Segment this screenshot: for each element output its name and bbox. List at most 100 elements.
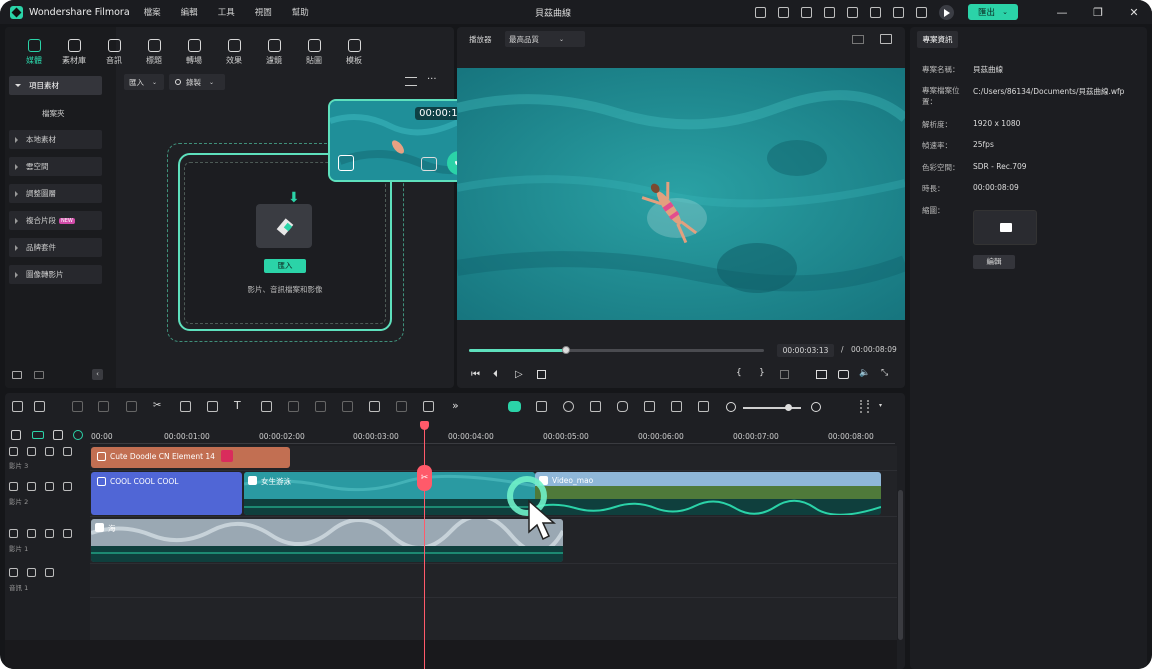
eye-icon[interactable] [63,482,72,491]
preview-icon[interactable] [338,155,354,171]
collapse-sidebar-icon[interactable]: ‹ [92,369,103,380]
undo-icon[interactable] [72,401,83,412]
replace-icon[interactable] [421,157,437,171]
speed-icon[interactable] [288,401,299,412]
title-clip[interactable]: COOL COOL COOL [91,472,242,515]
video-clip-sea[interactable]: 海 [91,519,563,562]
menu-edit[interactable]: 編輯 [181,8,198,18]
sidebar-item-local[interactable]: 本地素材 [9,130,102,149]
crop-icon[interactable] [180,401,191,412]
volume-icon[interactable] [45,447,54,456]
mask-icon[interactable] [261,401,272,412]
playhead-handle[interactable] [420,421,429,430]
folder-icon[interactable] [27,482,36,491]
prev-frame-icon[interactable]: ⏮ [471,369,480,380]
magnet-icon[interactable] [73,430,83,440]
new-folder-icon[interactable] [12,371,22,379]
clip-thumbnail-popup[interactable]: 00:00:12 ✔ [328,99,476,182]
video-track-icon[interactable] [9,447,18,456]
track-manager-icon[interactable] [53,430,63,440]
zoom-slider[interactable] [743,404,801,411]
tool-templates[interactable]: 模板 [336,39,372,66]
redo-icon[interactable] [98,401,109,412]
shield-icon[interactable] [590,401,601,412]
keyframe-icon[interactable] [369,401,380,412]
step-back-icon[interactable]: ⏴ [493,369,498,380]
marker-icon[interactable] [780,370,789,379]
tool-filters[interactable]: 濾鏡 [256,39,292,66]
fit-icon[interactable] [698,401,709,412]
display-icon[interactable] [816,370,827,379]
track-height-icon[interactable] [860,400,869,413]
mark-in-icon[interactable]: { [736,368,742,378]
headset-icon[interactable] [870,6,881,18]
download-icon[interactable] [916,6,927,18]
zoom-knob[interactable] [785,404,792,411]
mark-out-icon[interactable]: } [759,368,765,378]
sidebar-item-brand[interactable]: 品牌套件 [9,238,102,257]
grid-icon[interactable] [893,6,904,18]
video-clip-mao[interactable]: Video_mao [535,472,881,515]
link-icon[interactable] [32,431,44,439]
more-icon[interactable]: ··· [427,74,437,85]
zoom-out-icon[interactable] [726,402,736,412]
sidebar-item-image-to-video[interactable]: 圖像轉影片 [9,265,102,284]
playhead-line[interactable] [424,424,425,669]
sort-filter-icon[interactable] [405,77,417,86]
group-icon[interactable] [423,401,434,412]
audio-mix-icon[interactable] [644,401,655,412]
stabilize-icon[interactable] [342,401,353,412]
text-tool-icon[interactable]: T [234,399,241,412]
video-preview[interactable] [457,68,905,320]
image-icon[interactable] [880,34,892,44]
menu-view[interactable]: 視圖 [255,8,272,18]
sidebar-item-compound[interactable]: 複合片段 NEW [9,211,102,230]
menu-tools[interactable]: 工具 [218,8,235,18]
send-icon[interactable] [755,6,766,18]
maximize-icon[interactable]: ❐ [1091,6,1105,19]
more-tools-icon[interactable]: » [452,399,459,412]
color-icon[interactable] [315,401,326,412]
snapshot-icon[interactable] [563,401,574,412]
project-thumbnail[interactable] [973,210,1037,245]
eye-icon[interactable] [63,447,72,456]
cloud-icon[interactable] [847,6,858,18]
tab-project-info[interactable]: 專案資訊 [917,31,958,48]
add-track-icon[interactable] [11,430,21,440]
video-track-icon[interactable] [9,482,18,491]
tool-effects[interactable]: 效果 [216,39,252,66]
layout-icon[interactable] [12,401,23,412]
tool-transitions[interactable]: 轉場 [176,39,212,66]
timeline-scrollbar[interactable] [898,490,903,640]
save-icon[interactable] [824,6,835,18]
folder-icon[interactable] [27,529,36,538]
record-dropdown[interactable]: 錄製 ⌄ [169,74,225,90]
minimize-icon[interactable]: — [1055,6,1069,19]
sticker-clip[interactable]: Cute Doodle CN Element 14 [91,447,290,468]
menu-file[interactable]: 檔案 [144,8,161,18]
ai-icon[interactable] [396,401,407,412]
scissors-icon[interactable]: ✂ [153,400,161,411]
avatar[interactable] [939,4,954,20]
edit-thumbnail-button[interactable]: 編輯 [973,255,1015,269]
folder-icon[interactable] [27,568,36,577]
record-voice-icon[interactable] [536,401,547,412]
sidebar-item-folder[interactable]: 檔案夾 [42,108,65,119]
grid-view-icon[interactable] [852,35,864,44]
play-icon[interactable]: ▷ [515,369,523,380]
video-track-icon[interactable] [9,529,18,538]
sidebar-item-project-media[interactable]: 項目素材 [9,76,102,95]
tool-titles[interactable]: 標題 [136,39,172,66]
tool-media[interactable]: 媒體 [16,39,52,66]
fullscreen-icon[interactable]: ⤡ [881,368,888,378]
select-tool-icon[interactable] [34,401,45,412]
folder-icon[interactable] [27,447,36,456]
import-button[interactable]: 匯入 [264,259,306,273]
zoom-in-icon[interactable] [811,402,821,412]
tool-audio[interactable]: 音訊 [96,39,132,66]
volume-icon[interactable] [45,482,54,491]
monitor-icon[interactable] [801,6,812,18]
sidebar-item-adjustment[interactable]: 調整圖層 [9,184,102,203]
volume-icon[interactable] [45,568,54,577]
close-icon[interactable]: ✕ [1127,6,1141,19]
